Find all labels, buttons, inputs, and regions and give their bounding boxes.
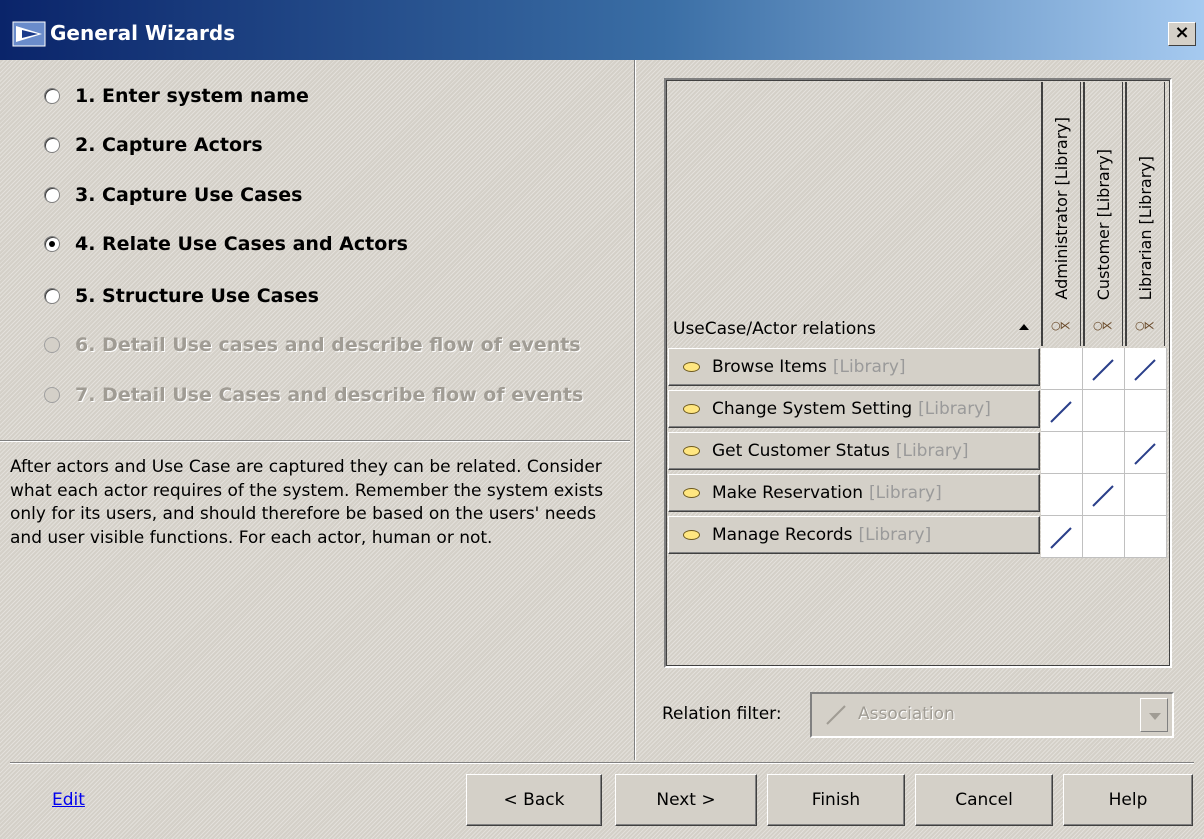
matrix-cell[interactable] bbox=[1125, 516, 1167, 558]
use-case-owner: [Library] bbox=[918, 399, 991, 419]
sort-ascending-icon bbox=[1019, 324, 1029, 330]
relation-filter-label: Relation filter: bbox=[662, 704, 782, 724]
next-button[interactable]: Next > bbox=[615, 774, 757, 826]
use-case-owner: [Library] bbox=[895, 441, 969, 461]
matrix-cell[interactable] bbox=[1083, 516, 1125, 558]
matrix-corner-header[interactable]: UseCase/Actor relations bbox=[668, 312, 1041, 346]
matrix-cell[interactable] bbox=[1041, 474, 1083, 516]
row-header-get-customer-status[interactable]: Get Customer Status [Library] bbox=[668, 432, 1040, 470]
close-button[interactable]: × bbox=[1168, 22, 1196, 46]
matrix-cell[interactable] bbox=[1083, 432, 1125, 474]
matrix-cell[interactable] bbox=[1083, 474, 1125, 516]
use-case-name: Make Reservation bbox=[712, 483, 864, 503]
matrix-cell[interactable] bbox=[1125, 348, 1167, 390]
radio-button-disabled bbox=[44, 337, 60, 353]
matrix-cell[interactable] bbox=[1083, 348, 1125, 390]
matrix-cell[interactable] bbox=[1125, 390, 1167, 432]
title-bar: General Wizards × bbox=[0, 0, 1204, 60]
actor-icon: ○⋉ bbox=[1135, 319, 1155, 332]
step-label: 4. Relate Use Cases and Actors bbox=[75, 233, 408, 255]
help-button[interactable]: Help bbox=[1063, 774, 1193, 826]
actor-label: Administrator [Library] bbox=[1052, 117, 1071, 300]
matrix-cell[interactable] bbox=[1041, 516, 1083, 558]
radio-button[interactable] bbox=[44, 187, 60, 203]
use-case-icon bbox=[683, 446, 700, 456]
wizard-steps: 1. Enter system name 2. Capture Actors 3… bbox=[0, 60, 630, 440]
association-icon bbox=[826, 705, 846, 725]
matrix-cell[interactable] bbox=[1041, 348, 1083, 390]
matrix-cell[interactable] bbox=[1083, 390, 1125, 432]
relation-filter-combo: Association bbox=[810, 692, 1174, 738]
window-title: General Wizards bbox=[50, 21, 236, 45]
use-case-owner: [Library] bbox=[869, 483, 942, 503]
actor-label: Customer [Library] bbox=[1094, 148, 1113, 300]
association-icon bbox=[1092, 359, 1114, 381]
radio-button[interactable] bbox=[44, 88, 60, 104]
row-header-change-system-setting[interactable]: Change System Setting [Library] bbox=[668, 390, 1040, 428]
corner-header-label: UseCase/Actor relations bbox=[673, 319, 876, 339]
actor-icon: ○⋉ bbox=[1093, 319, 1113, 332]
use-case-name: Change System Setting bbox=[712, 399, 913, 419]
row-header-manage-records[interactable]: Manage Records [Library] bbox=[668, 516, 1040, 554]
association-icon bbox=[1050, 527, 1072, 549]
association-icon bbox=[1050, 401, 1072, 423]
association-icon bbox=[1134, 443, 1156, 465]
relation-filter-value: Association bbox=[858, 704, 955, 724]
step-label: 7. Detail Use Cases and describe flow of… bbox=[75, 384, 584, 406]
actor-label: Librarian [Library] bbox=[1136, 155, 1155, 300]
matrix-cell[interactable] bbox=[1041, 432, 1083, 474]
panel-divider bbox=[634, 60, 636, 760]
row-header-make-reservation[interactable]: Make Reservation [Library] bbox=[668, 474, 1040, 512]
radio-button-disabled bbox=[44, 387, 60, 403]
dropdown-arrow-icon bbox=[1140, 698, 1168, 732]
matrix-cell[interactable] bbox=[1125, 474, 1167, 516]
step-6: 6. Detail Use cases and describe flow of… bbox=[44, 330, 581, 360]
column-header-customer[interactable]: Customer [Library] ○⋉ bbox=[1083, 82, 1123, 346]
radio-button[interactable] bbox=[44, 288, 60, 304]
step-label: 5. Structure Use Cases bbox=[75, 285, 319, 307]
cancel-button[interactable]: Cancel bbox=[915, 774, 1053, 826]
step-3[interactable]: 3. Capture Use Cases bbox=[44, 180, 302, 210]
radio-button-selected[interactable] bbox=[44, 236, 60, 252]
actor-icon: ○⋉ bbox=[1051, 319, 1071, 332]
back-button[interactable]: < Back bbox=[466, 774, 602, 826]
use-case-name: Browse Items bbox=[712, 357, 827, 377]
use-case-icon bbox=[683, 362, 700, 372]
step-1[interactable]: 1. Enter system name bbox=[44, 81, 309, 111]
step-description: After actors and Use Case are captured t… bbox=[10, 457, 604, 548]
wizard-icon bbox=[12, 21, 46, 47]
use-case-owner: [Library] bbox=[858, 525, 932, 545]
radio-button[interactable] bbox=[44, 137, 60, 153]
divider bbox=[0, 440, 630, 442]
association-icon bbox=[1134, 359, 1156, 381]
step-7: 7. Detail Use Cases and describe flow of… bbox=[44, 380, 583, 410]
row-header-browse-items[interactable]: Browse Items [Library] bbox=[668, 348, 1040, 386]
matrix-cell[interactable] bbox=[1041, 390, 1083, 432]
step-2[interactable]: 2. Capture Actors bbox=[44, 130, 263, 160]
use-case-owner: [Library] bbox=[832, 357, 906, 377]
step-label: 2. Capture Actors bbox=[75, 134, 263, 156]
use-case-icon bbox=[683, 404, 700, 414]
step-label: 1. Enter system name bbox=[75, 85, 309, 107]
footer-divider bbox=[10, 762, 1194, 764]
association-icon bbox=[1092, 485, 1114, 507]
step-label: 6. Detail Use cases and describe flow of… bbox=[75, 334, 581, 356]
step-5[interactable]: 5. Structure Use Cases bbox=[44, 281, 319, 311]
column-header-librarian[interactable]: Librarian [Library] ○⋉ bbox=[1125, 82, 1165, 346]
step-label: 3. Capture Use Cases bbox=[75, 184, 303, 206]
use-case-icon bbox=[683, 530, 700, 540]
use-case-icon bbox=[683, 488, 700, 498]
use-case-name: Get Customer Status bbox=[712, 441, 890, 461]
step-4[interactable]: 4. Relate Use Cases and Actors bbox=[44, 229, 408, 259]
use-case-name: Manage Records bbox=[712, 525, 853, 545]
matrix-cell[interactable] bbox=[1125, 432, 1167, 474]
finish-button[interactable]: Finish bbox=[767, 774, 905, 826]
column-header-administrator[interactable]: Administrator [Library] ○⋉ bbox=[1041, 82, 1081, 346]
edit-link[interactable]: Edit bbox=[52, 790, 85, 810]
